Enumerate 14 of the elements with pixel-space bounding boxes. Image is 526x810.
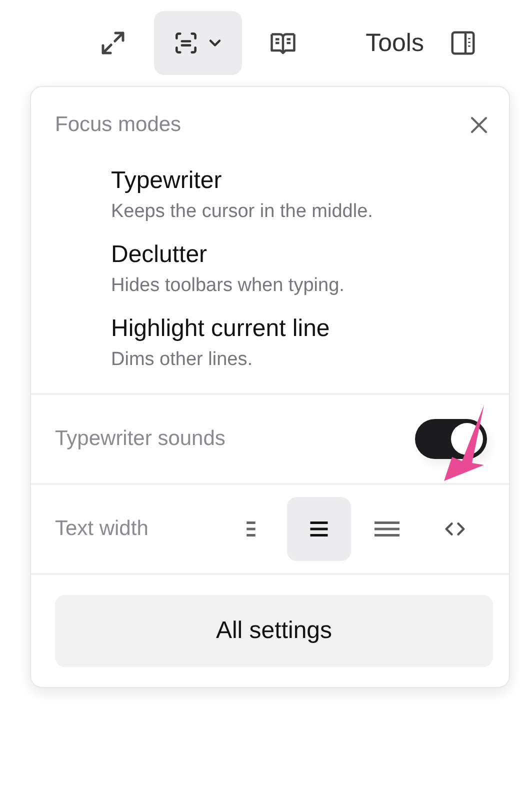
mode-description: Hides toolbars when typing. [111, 275, 346, 297]
panel-title: Focus modes [55, 113, 182, 137]
focus-mode-button[interactable] [154, 11, 242, 75]
text-width-label: Text width [55, 517, 148, 541]
sounds-label: Typewriter sounds [55, 427, 226, 451]
mode-title[interactable]: Highlight current line [111, 315, 485, 343]
mode-description: Dims other lines. [111, 349, 254, 371]
all-settings-button[interactable]: All settings [55, 595, 493, 667]
mode-title[interactable]: Typewriter [111, 167, 485, 195]
tools-button[interactable]: Tools [360, 28, 430, 58]
mode-title[interactable]: Declutter [111, 241, 485, 269]
sounds-toggle[interactable] [415, 419, 487, 459]
mode-description: Keeps the cursor in the middle. [111, 201, 374, 223]
text-width-option[interactable] [287, 497, 351, 561]
